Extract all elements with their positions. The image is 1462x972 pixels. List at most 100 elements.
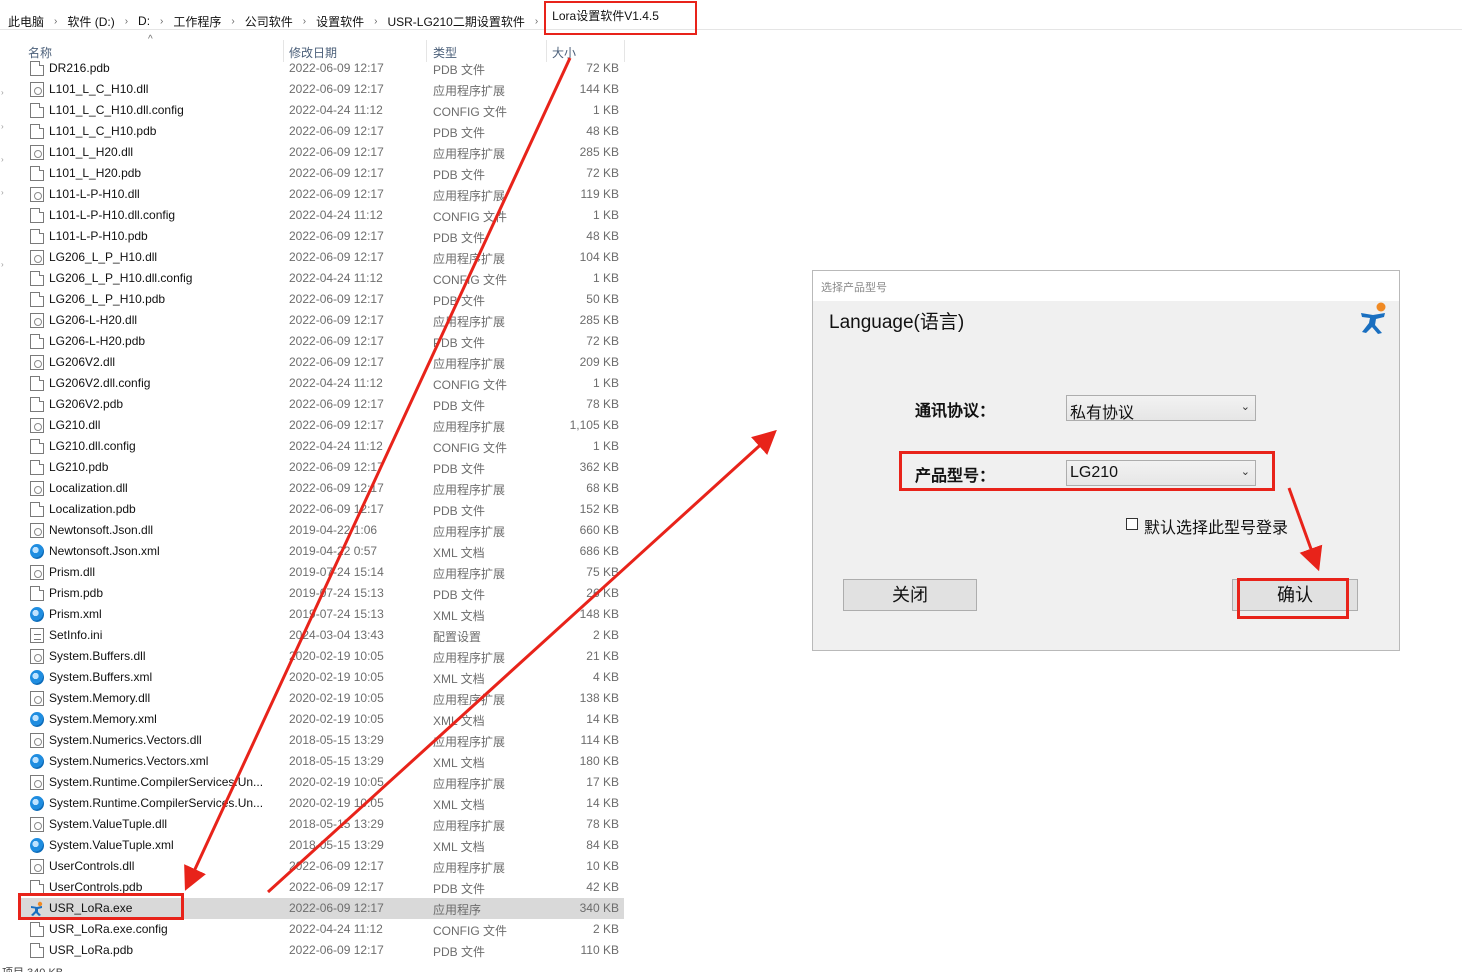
breadcrumb-item[interactable]: 工作程序 [173,13,221,30]
file-name: LG206V2.dll [49,355,116,369]
file-row[interactable]: L101_L_C_H10.dll 2022-06-09 12:17 应用程序扩展 14… [20,79,624,100]
file-row[interactable]: SetInfo.ini 2024-03-04 13:43 配置设置 2 KB [20,625,624,646]
file-row[interactable]: LG210.dll 2022-06-09 12:17 应用程序扩展 1,105 KB [20,415,624,436]
file-row[interactable]: System.ValueTuple.xml 2018-05-15 13:29 XML… [20,835,624,856]
file-row[interactable]: LG206V2.dll.config 2022-04-24 11:12 CONFIG… [20,373,624,394]
breadcrumb-item[interactable]: Lora设置软件V1.4.5 [544,1,697,35]
chevron-down-icon: ⌄ [1240,466,1250,478]
file-row[interactable]: L101_L_C_H10.pdb 2022-06-09 12:17 PDB 文件 48… [20,121,624,142]
expand-arrow-icon[interactable]: › [1,88,4,97]
model-select-value: LG210 [1070,464,1119,481]
expand-arrow-icon[interactable]: › [1,155,4,164]
file-row[interactable]: USR_LoRa.pdb 2022-06-09 12:17 PDB 文件 110 KB [20,940,624,961]
file-row[interactable]: USR_LoRa.exe.config 2022-04-24 11:12 CONFI… [20,919,624,940]
model-select-dialog: 选择产品型号 Language(语言) 通讯协议： 私有协议 ⌄ 产品型号： L… [812,270,1400,651]
file-row[interactable]: Prism.pdb 2019-07-24 15:13 PDB 文件 26 KB [20,583,624,604]
close-button[interactable]: 关闭 [843,579,977,611]
file-row[interactable]: System.Numerics.Vectors.xml 2018-05-15 13… [20,751,624,772]
file-name: L101_L_H20.dll [49,145,134,159]
file-row[interactable]: Localization.dll 2022-06-09 12:17 应用程序扩展 68… [20,478,624,499]
file-row[interactable]: Prism.dll 2019-07-24 15:14 应用程序扩展 75 KB [20,562,624,583]
file-row[interactable]: LG206V2.pdb 2022-06-09 12:17 PDB 文件 78 KB [20,394,624,415]
file-name: System.Runtime.CompilerServices.Un... [49,775,264,789]
breadcrumb-separator-icon[interactable]: › [374,16,377,27]
file-row[interactable]: System.Buffers.dll 2020-02-19 10:05 应用程序扩展… [20,646,624,667]
file-row[interactable]: L101_L_C_H10.dll.config 2022-04-24 11:12 C… [20,100,624,121]
file-row[interactable]: LG206_L_P_H10.pdb 2022-06-09 12:17 PDB 文件 5… [20,289,624,310]
file-row[interactable]: System.Runtime.CompilerServices.Un... 202… [20,772,624,793]
file-dll-icon [30,145,44,160]
file-row[interactable]: System.Memory.xml 2020-02-19 10:05 XML 文档 1… [20,709,624,730]
breadcrumb-item[interactable]: 软件 (D:) [67,13,114,30]
file-row[interactable]: L101-L-P-H10.dll.config 2022-04-24 11:12 C… [20,205,624,226]
file-ie-icon [30,796,44,811]
file-row[interactable]: L101_L_H20.pdb 2022-06-09 12:17 PDB 文件 72 K… [20,163,624,184]
breadcrumb-item[interactable]: 公司软件 [245,13,293,30]
expand-arrow-icon[interactable]: › [1,260,4,269]
file-date: 2020-02-19 10:05 [289,712,384,726]
file-row[interactable]: Prism.xml 2019-07-24 15:13 XML 文档 148 KB [20,604,624,625]
protocol-select[interactable]: 私有协议 ⌄ [1066,395,1256,422]
file-row[interactable]: LG206_L_P_H10.dll.config 2022-04-24 11:12… [20,268,624,289]
file-type: 应用程序扩展 [433,357,506,371]
file-row[interactable]: USR_LoRa.exe 2022-06-09 12:17 应用程序 340 KB [20,898,624,919]
file-date: 2022-06-09 12:17 [289,397,384,411]
breadcrumb-item[interactable]: USR-LG210二期设置软件 [387,13,524,30]
file-row[interactable]: System.Buffers.xml 2020-02-19 10:05 XML 文档… [20,667,624,688]
file-row[interactable]: System.Memory.dll 2020-02-19 10:05 应用程序扩展 1… [20,688,624,709]
expand-arrow-icon[interactable]: › [1,122,4,131]
file-row[interactable]: LG210.pdb 2022-06-09 12:17 PDB 文件 362 KB [20,457,624,478]
breadcrumb-separator-icon[interactable]: › [535,16,538,27]
file-name: L101_L_C_H10.dll.config [49,103,184,117]
protocol-select-value: 私有协议 [1070,405,1135,422]
language-option[interactable]: Language(语言) [829,307,964,334]
file-type: PDB 文件 [433,462,486,476]
file-row[interactable]: LG210.dll.config 2022-04-24 11:12 CONFIG 文… [20,436,624,457]
file-row[interactable]: DR216.pdb 2022-06-09 12:17 PDB 文件 72 KB [20,59,624,79]
file-size: 362 KB [579,460,619,474]
file-size: 1 KB [592,439,619,453]
file-row[interactable]: L101-L-P-H10.dll 2022-06-09 12:17 应用程序扩展 11… [20,184,624,205]
file-type: 应用程序扩展 [433,777,506,791]
breadcrumb-separator-icon[interactable]: › [125,16,128,27]
file-date: 2018-05-15 13:29 [289,754,384,768]
model-select[interactable]: LG210 ⌄ [1066,460,1256,486]
file-row[interactable]: System.ValueTuple.dll 2018-05-15 13:29 应用程… [20,814,624,835]
file-list[interactable]: DR216.pdb 2022-06-09 12:17 PDB 文件 72 KB L101… [20,59,626,962]
address-bar[interactable]: 此电脑 › 软件 (D:) › D: › 工作程序 › 公司软件 › 设置软件 › USR-LG210二… [0,0,1462,35]
file-row[interactable]: UserControls.pdb 2022-06-09 12:17 PDB 文件 42… [20,877,624,898]
file-date: 2022-06-09 12:17 [289,943,384,957]
file-row[interactable]: LG206_L_P_H10.dll 2022-06-09 12:17 应用程序扩展 1… [20,247,624,268]
remember-checkbox[interactable] [1126,518,1138,530]
file-name: System.Memory.xml [49,712,157,726]
file-doc-icon [30,376,44,391]
remember-label[interactable]: 默认选择此型号登录 [1144,514,1288,538]
dialog-title-bar[interactable]: 选择产品型号 [813,271,1399,301]
file-doc-icon [30,439,44,454]
breadcrumb-item[interactable]: 此电脑 [8,13,44,30]
file-date: 2022-06-09 12:17 [289,82,384,96]
file-name: System.Runtime.CompilerServices.Un... [49,796,264,810]
file-row[interactable]: Newtonsoft.Json.xml 2019-04-22 0:57 XML 文档… [20,541,624,562]
breadcrumb-separator-icon[interactable]: › [303,16,306,27]
file-row[interactable]: LG206V2.dll 2022-06-09 12:17 应用程序扩展 209 KB [20,352,624,373]
file-row[interactable]: L101_L_H20.dll 2022-06-09 12:17 应用程序扩展 285 … [20,142,624,163]
file-row[interactable]: UserControls.dll 2022-06-09 12:17 应用程序扩展 10… [20,856,624,877]
breadcrumb-item[interactable]: 设置软件 [316,13,364,30]
breadcrumb-separator-icon[interactable]: › [54,16,57,27]
file-date: 2022-06-09 12:17 [289,229,384,243]
file-row[interactable]: System.Numerics.Vectors.dll 2018-05-15 13… [20,730,624,751]
breadcrumb-separator-icon[interactable]: › [160,16,163,27]
expand-arrow-icon[interactable]: › [1,188,4,197]
file-row[interactable]: L101-L-P-H10.pdb 2022-06-09 12:17 PDB 文件 48… [20,226,624,247]
file-row[interactable]: LG206-L-H20.pdb 2022-06-09 12:17 PDB 文件 72 … [20,331,624,352]
file-row[interactable]: LG206-L-H20.dll 2022-06-09 12:17 应用程序扩展 285… [20,310,624,331]
file-row[interactable]: Newtonsoft.Json.dll 2019-04-22 1:06 应用程序扩展… [20,520,624,541]
file-row[interactable]: System.Runtime.CompilerServices.Un... 202… [20,793,624,814]
confirm-button[interactable]: 确认 [1232,579,1358,611]
file-row[interactable]: Localization.pdb 2022-06-09 12:17 PDB 文件 15… [20,499,624,520]
breadcrumb-item[interactable]: D: [138,14,150,28]
file-name: LG206_L_P_H10.dll.config [49,271,193,285]
file-type: 应用程序扩展 [433,819,506,833]
breadcrumb-separator-icon[interactable]: › [231,16,234,27]
